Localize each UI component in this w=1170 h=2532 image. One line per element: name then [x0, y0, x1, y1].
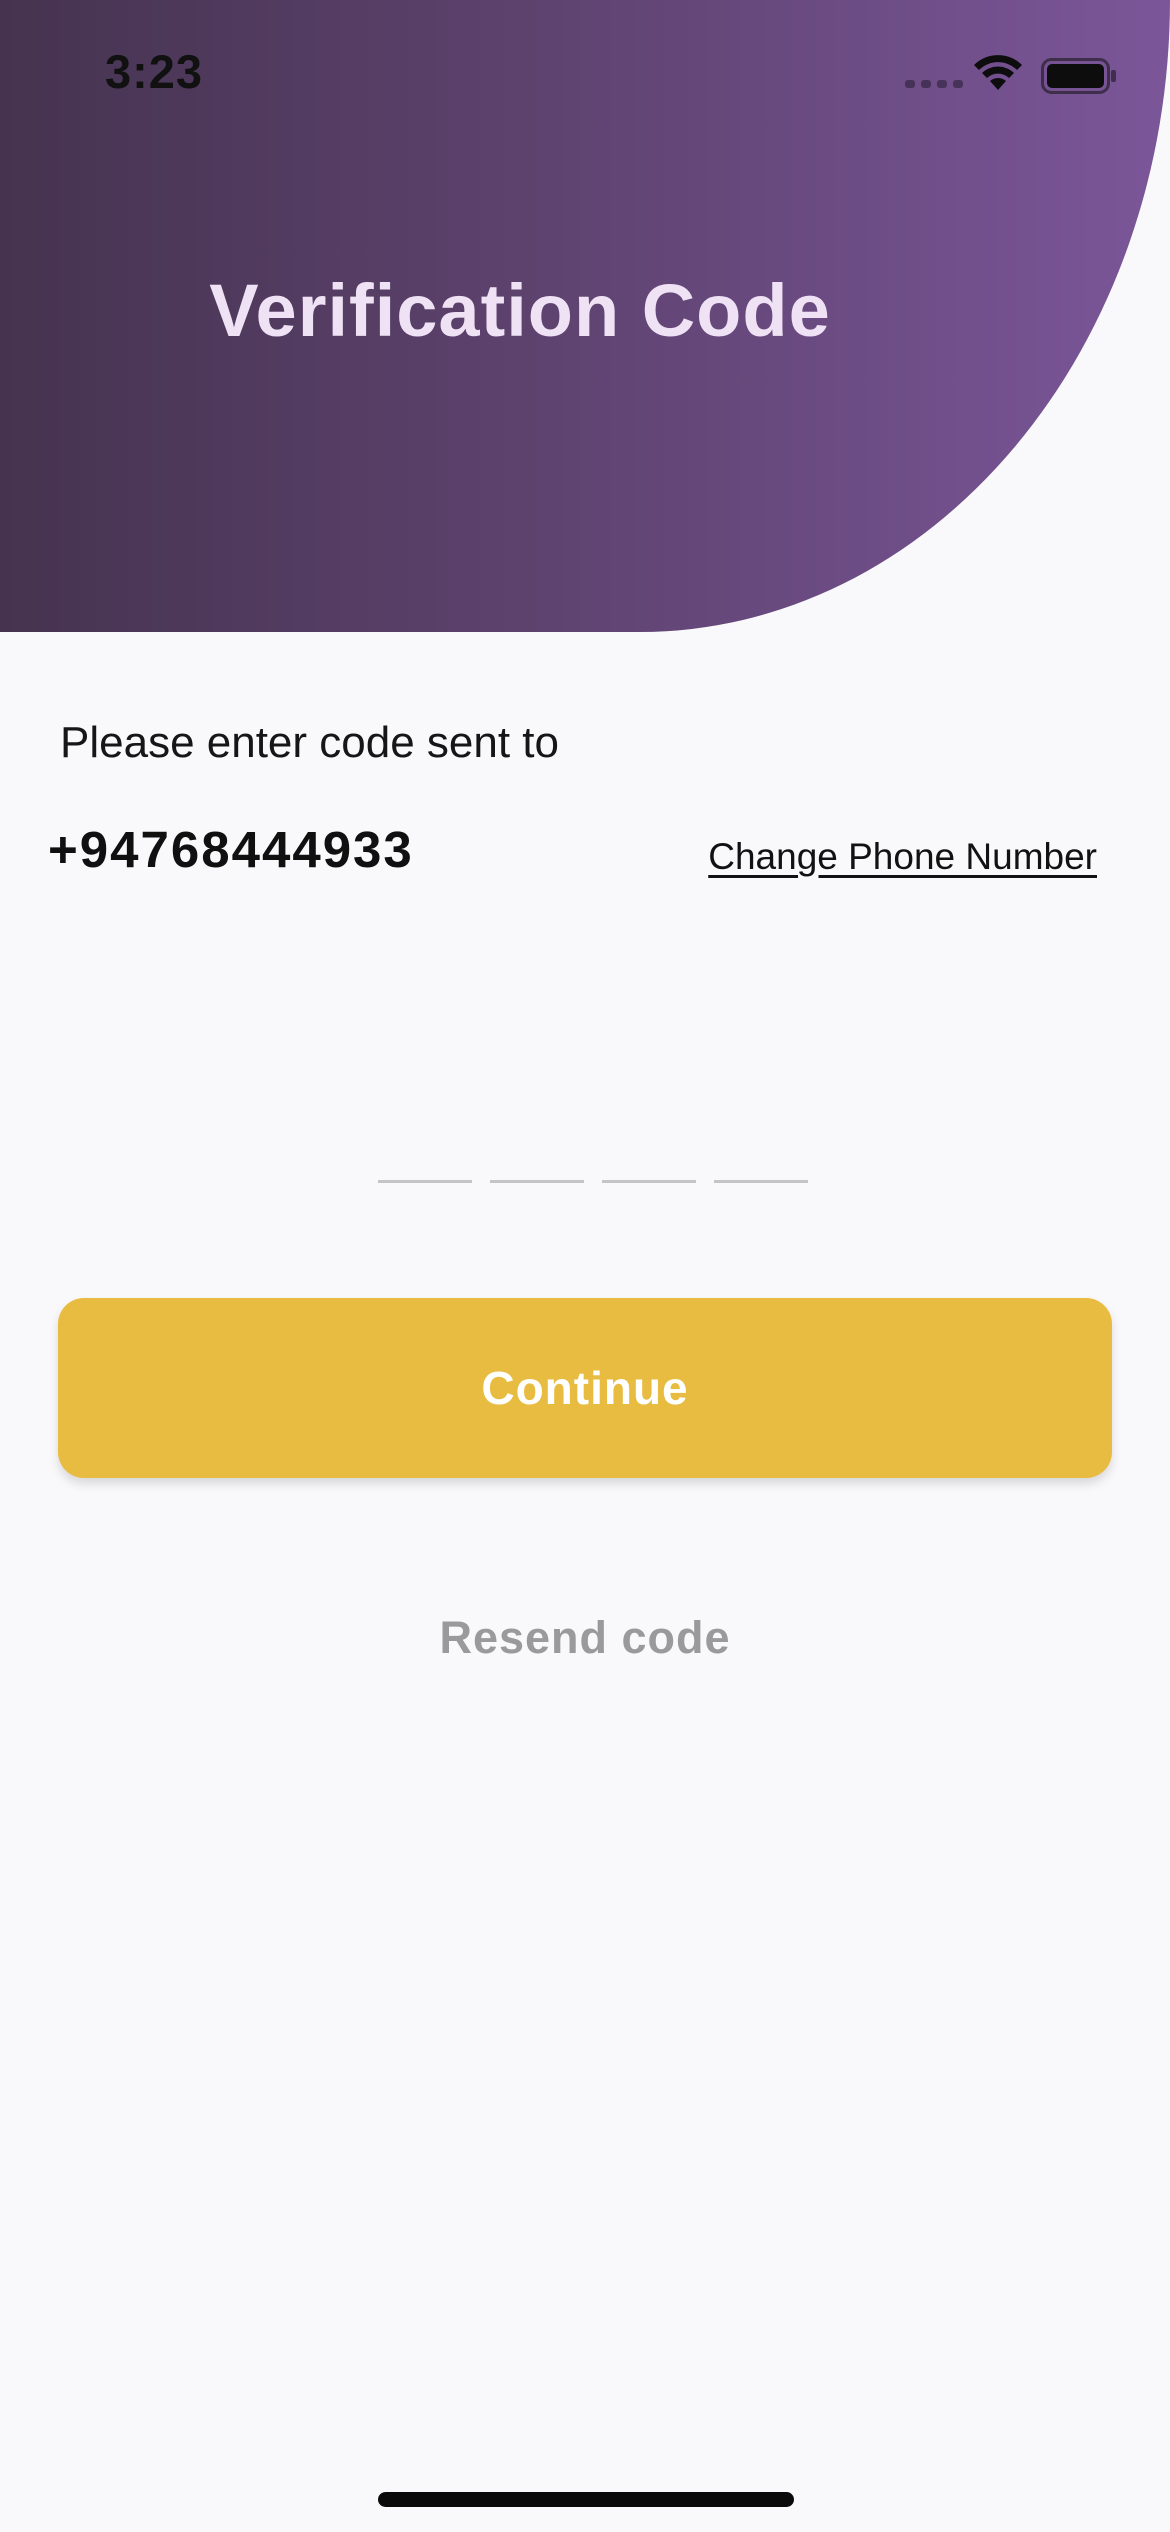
- phone-number: +94768444933: [48, 821, 414, 878]
- otp-digit-1[interactable]: [378, 1120, 472, 1183]
- verification-screen: 3:23 Verification Code Please enter code…: [0, 0, 1170, 2532]
- battery-icon: [1041, 58, 1116, 94]
- page-title: Verification Code: [209, 269, 831, 352]
- header-banner: 3:23 Verification Code: [0, 0, 1170, 632]
- change-phone-number-link[interactable]: Change Phone Number: [708, 836, 1097, 878]
- otp-digit-2[interactable]: [490, 1120, 584, 1183]
- cellular-signal-icon: [905, 80, 963, 88]
- otp-input-group: [378, 1120, 808, 1183]
- resend-code-button[interactable]: Resend code: [0, 1612, 1170, 1664]
- status-icons: [905, 50, 1116, 94]
- status-time: 3:23: [105, 45, 204, 98]
- otp-digit-3[interactable]: [602, 1120, 696, 1183]
- continue-button[interactable]: Continue: [58, 1298, 1112, 1478]
- home-indicator[interactable]: [378, 2492, 794, 2507]
- otp-digit-4[interactable]: [714, 1120, 808, 1183]
- wifi-icon: [974, 55, 1022, 90]
- prompt-text: Please enter code sent to: [60, 718, 559, 767]
